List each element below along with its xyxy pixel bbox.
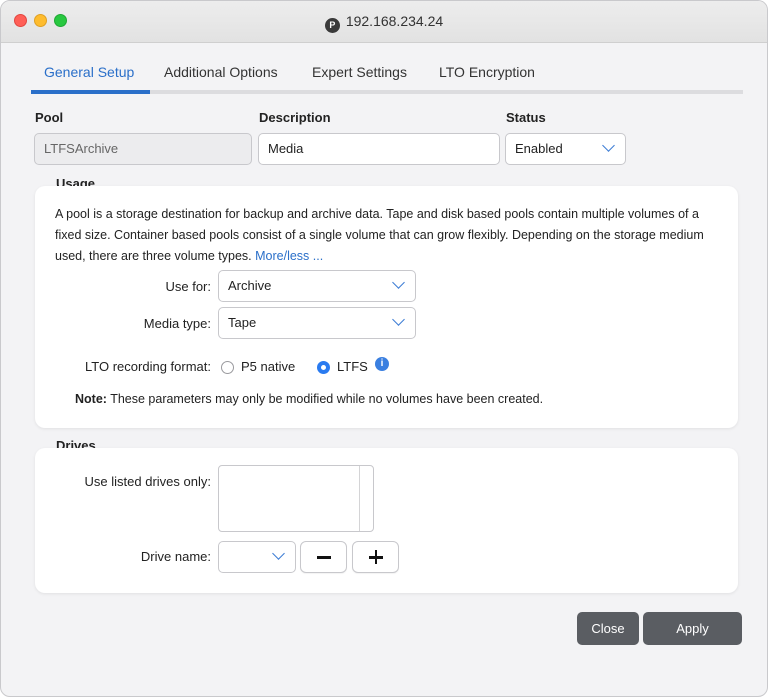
status-label: Status [506, 110, 546, 125]
status-select[interactable]: Enabled [505, 133, 626, 165]
usage-description-text: A pool is a storage destination for back… [55, 207, 704, 263]
tab-general-setup[interactable]: General Setup [44, 64, 134, 80]
description-label: Description [259, 110, 331, 125]
minus-icon [317, 556, 331, 559]
drives-list-scrollbar[interactable] [359, 466, 373, 531]
info-icon[interactable]: i [375, 357, 389, 371]
listed-drives-label: Use listed drives only: [84, 474, 211, 489]
p5-native-label: P5 native [241, 359, 296, 374]
title-bar: P 192.168.234.24 [1, 1, 767, 43]
media-type-label: Media type: [143, 316, 211, 331]
remove-drive-button[interactable] [300, 541, 347, 573]
description-field[interactable]: Media [258, 133, 500, 165]
chevron-down-icon [602, 139, 615, 152]
p5-app-icon: P [324, 18, 340, 33]
pool-name-field: LTFSArchive [34, 133, 252, 165]
more-less-link[interactable]: More/less ... [255, 249, 323, 263]
drives-panel: Use listed drives only: Drive name: [35, 448, 738, 593]
note-text: These parameters may only be modified wh… [110, 392, 544, 406]
drive-name-label: Drive name: [140, 549, 211, 564]
close-button[interactable]: Close [577, 612, 639, 645]
use-for-label: Use for: [165, 279, 211, 294]
pool-label: Pool [35, 110, 64, 125]
apply-button[interactable]: Apply [643, 612, 742, 645]
chevron-down-icon [272, 547, 285, 560]
use-for-value: Archive [228, 278, 272, 293]
media-type-select[interactable]: Tape [218, 307, 416, 339]
chevron-down-icon [392, 276, 405, 289]
tab-lto-encryption[interactable]: LTO Encryption [439, 64, 535, 80]
tab-expert-settings[interactable]: Expert Settings [312, 64, 407, 80]
tab-additional-options[interactable]: Additional Options [164, 64, 278, 80]
drive-name-select[interactable] [218, 541, 296, 573]
window-title: P 192.168.234.24 [1, 13, 767, 33]
usage-description: A pool is a storage destination for back… [55, 204, 720, 267]
usage-note: Note: These parameters may only be modif… [75, 392, 543, 406]
ltfs-label: LTFS [337, 359, 368, 374]
radio-ltfs[interactable] [317, 361, 330, 374]
note-bold: Note: [75, 392, 107, 406]
lto-format-label: LTO recording format: [85, 359, 211, 374]
active-tab-indicator [31, 90, 150, 94]
media-type-value: Tape [228, 315, 257, 330]
drives-list[interactable] [218, 465, 374, 532]
status-select-value: Enabled [515, 141, 563, 156]
add-drive-button[interactable] [352, 541, 399, 573]
radio-p5-native[interactable] [221, 361, 234, 374]
tab-bar: General Setup Additional Options Expert … [31, 57, 743, 94]
chevron-down-icon [392, 313, 405, 326]
window-title-text: 192.168.234.24 [345, 13, 444, 29]
preferences-window: P 192.168.234.24 General Setup Additional… [0, 0, 768, 697]
usage-panel: A pool is a storage destination for back… [35, 186, 738, 428]
use-for-select[interactable]: Archive [218, 270, 416, 302]
